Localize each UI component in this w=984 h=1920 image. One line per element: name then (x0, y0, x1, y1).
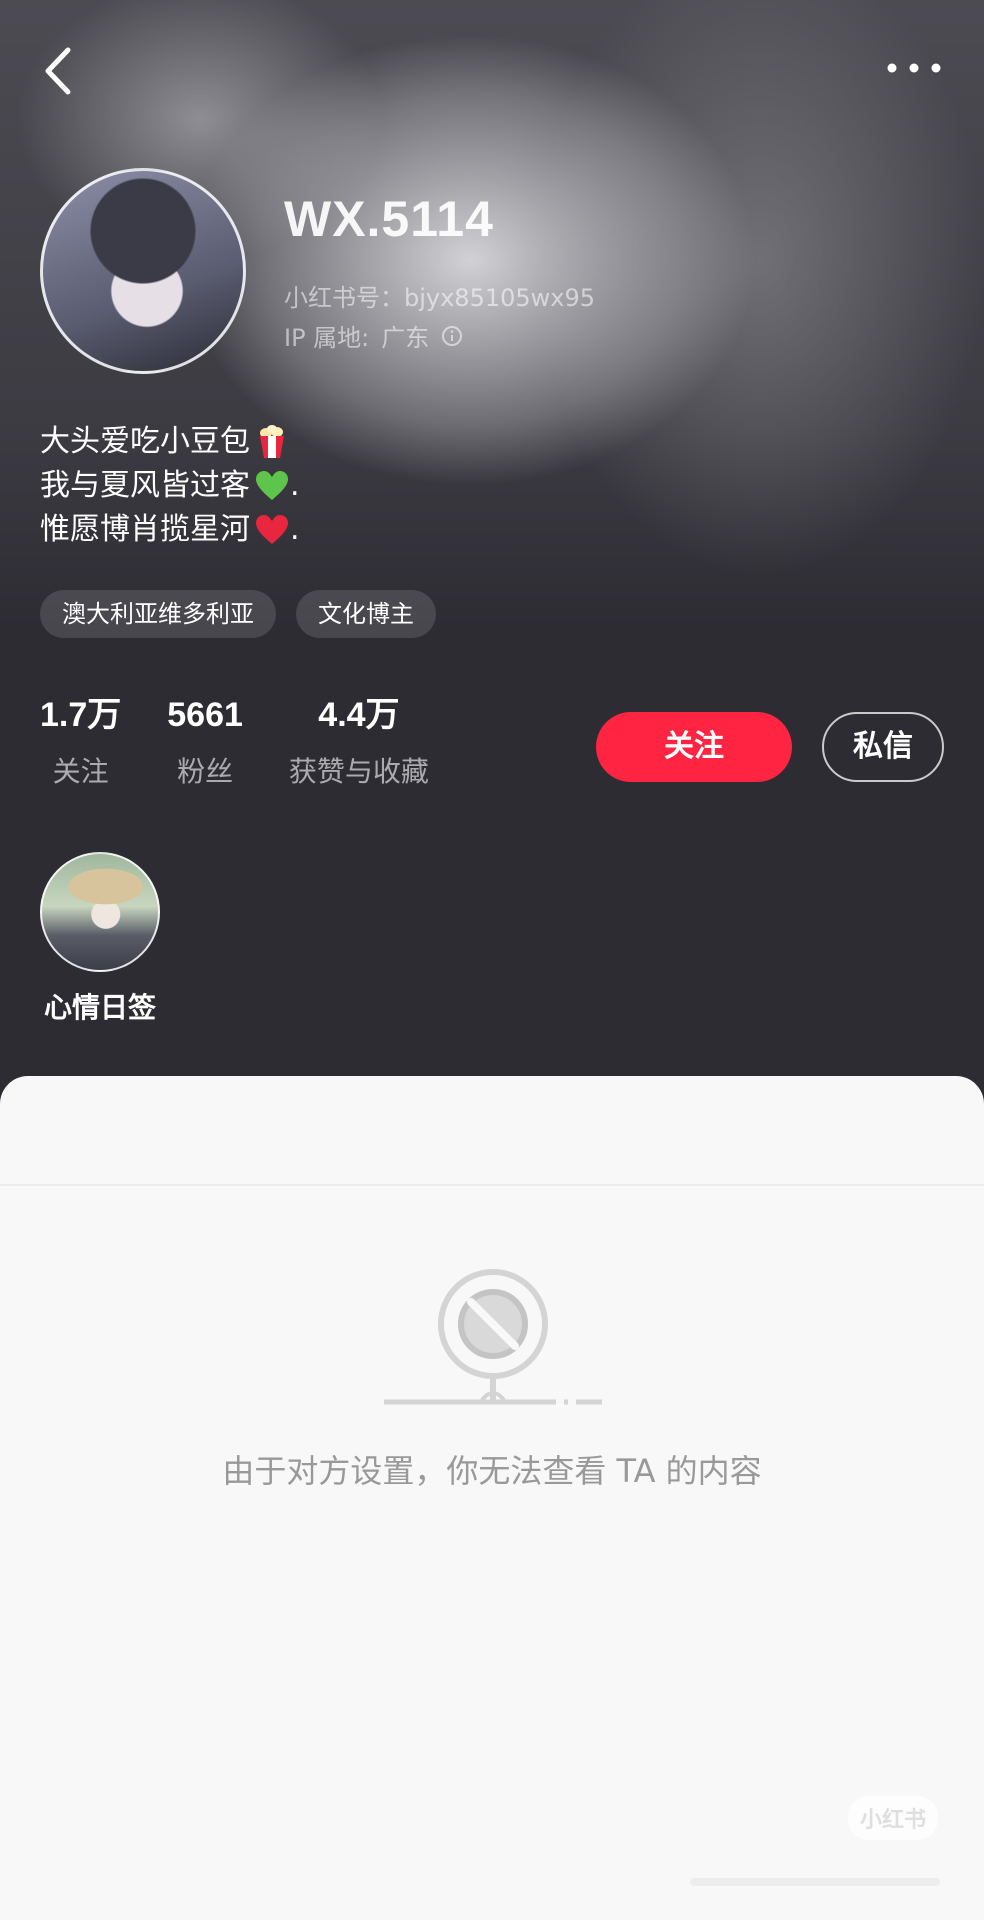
watermark-logo: 小红书 (847, 1796, 938, 1840)
ip-location: IP 属地: 广东 (284, 318, 463, 353)
ip-value: 广东 (381, 324, 430, 352)
green-heart-icon (256, 471, 288, 500)
bio-line-text: 我与夏风皆过客 (40, 468, 250, 503)
home-indicator (690, 1878, 940, 1886)
top-bar (0, 30, 984, 110)
bio-line: 我与夏风皆过客 . (40, 464, 300, 508)
more-button[interactable] (884, 56, 944, 80)
bio-line-suffix: . (290, 468, 300, 503)
back-button[interactable] (40, 44, 80, 98)
tag-list: 澳大利亚维多利亚 文化博主 (40, 590, 436, 638)
stat-followers[interactable]: 5661 粉丝 (167, 692, 243, 790)
stat-following[interactable]: 1.7万 关注 (40, 692, 121, 790)
stat-value: 1.7万 (40, 696, 122, 734)
ip-label: IP 属地: (284, 324, 370, 352)
content-panel: 由于对方设置，你无法查看 TA 的内容 (0, 1076, 984, 1920)
bio-line: 大头爱吃小豆包 (40, 420, 300, 464)
bio-line-text: 惟愿博肖揽星河 (40, 512, 250, 547)
panel-divider (0, 1184, 984, 1186)
user-id-value: bjyx85105wx95 (404, 284, 596, 312)
user-name: WX.5114 (284, 191, 494, 247)
tag-location[interactable]: 澳大利亚维多利亚 (40, 590, 276, 638)
popcorn-icon (260, 425, 284, 458)
blocked-content-icon (384, 1269, 602, 1405)
stat-label: 粉丝 (177, 755, 234, 788)
tag-category[interactable]: 文化博主 (296, 590, 436, 638)
avatar[interactable] (40, 168, 246, 374)
stat-value: 4.4万 (318, 696, 400, 734)
user-id-label: 小红书号： (284, 284, 404, 312)
highlight-label: 心情日签 (43, 991, 156, 1024)
highlight-thumbnail (40, 852, 160, 972)
stat-label: 关注 (52, 755, 109, 788)
more-dots-icon (887, 63, 941, 73)
stats: 1.7万 关注 5661 粉丝 4.4万 获赞与收藏 (40, 692, 475, 790)
user-id: 小红书号：bjyx85105wx95 (284, 278, 595, 313)
stat-value: 5661 (167, 696, 243, 734)
stat-likes-collections[interactable]: 4.4万 获赞与收藏 (289, 692, 429, 790)
chevron-left-icon (45, 47, 71, 95)
red-heart-icon (256, 515, 288, 544)
info-icon[interactable] (441, 325, 463, 347)
empty-state-message: 由于对方设置，你无法查看 TA 的内容 (222, 1452, 762, 1490)
bio-line-text: 大头爱吃小豆包 (40, 424, 250, 459)
bio-line-suffix: . (290, 512, 300, 547)
bio: 大头爱吃小豆包 我与夏风皆过客 . 惟愿博肖揽星河 . (40, 420, 300, 552)
stat-label: 获赞与收藏 (288, 755, 429, 788)
message-button[interactable]: 私信 (822, 712, 944, 782)
follow-button[interactable]: 关注 (596, 712, 792, 782)
highlight-mood-sign[interactable]: 心情日签 (38, 852, 162, 1026)
bio-line: 惟愿博肖揽星河 . (40, 508, 300, 552)
